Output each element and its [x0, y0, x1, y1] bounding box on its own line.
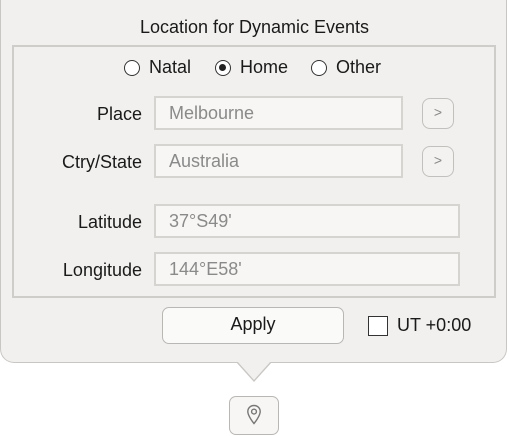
ut-checkbox[interactable]: [368, 315, 388, 336]
longitude-field[interactable]: 144°E58': [154, 252, 460, 286]
country-state-lookup-button[interactable]: >: [422, 146, 454, 177]
ut-option[interactable]: UT +0:00: [368, 315, 471, 336]
country-state-label: Ctry/State: [61, 152, 142, 172]
location-pin-icon: [247, 404, 261, 425]
radio-home-label: Home: [240, 57, 289, 77]
latitude-label: Latitude: [77, 212, 142, 232]
place-label: Place: [96, 104, 142, 124]
dialog-title: Location for Dynamic Events: [139, 17, 370, 37]
radio-home[interactable]: Home: [215, 57, 288, 78]
radio-other-circle[interactable]: [311, 59, 327, 76]
radio-natal[interactable]: Natal: [124, 57, 191, 78]
apply-button[interactable]: Apply: [162, 307, 344, 344]
location-button[interactable]: [229, 396, 279, 435]
radio-home-circle[interactable]: [215, 59, 231, 76]
radio-natal-label: Natal: [149, 57, 192, 77]
radio-other[interactable]: Other: [311, 57, 381, 78]
place-lookup-button[interactable]: >: [422, 98, 454, 129]
country-state-field[interactable]: Australia: [154, 144, 403, 178]
ut-label: UT +0:00: [397, 315, 472, 335]
radio-other-label: Other: [336, 57, 382, 77]
latitude-field[interactable]: 37°S49': [154, 204, 460, 238]
location-type-radio-group: Natal Home Other: [0, 57, 509, 81]
place-field[interactable]: Melbourne: [154, 96, 403, 130]
longitude-label: Longitude: [62, 260, 142, 280]
popover-arrow-inner: [237, 361, 271, 380]
radio-natal-circle[interactable]: [124, 59, 140, 76]
